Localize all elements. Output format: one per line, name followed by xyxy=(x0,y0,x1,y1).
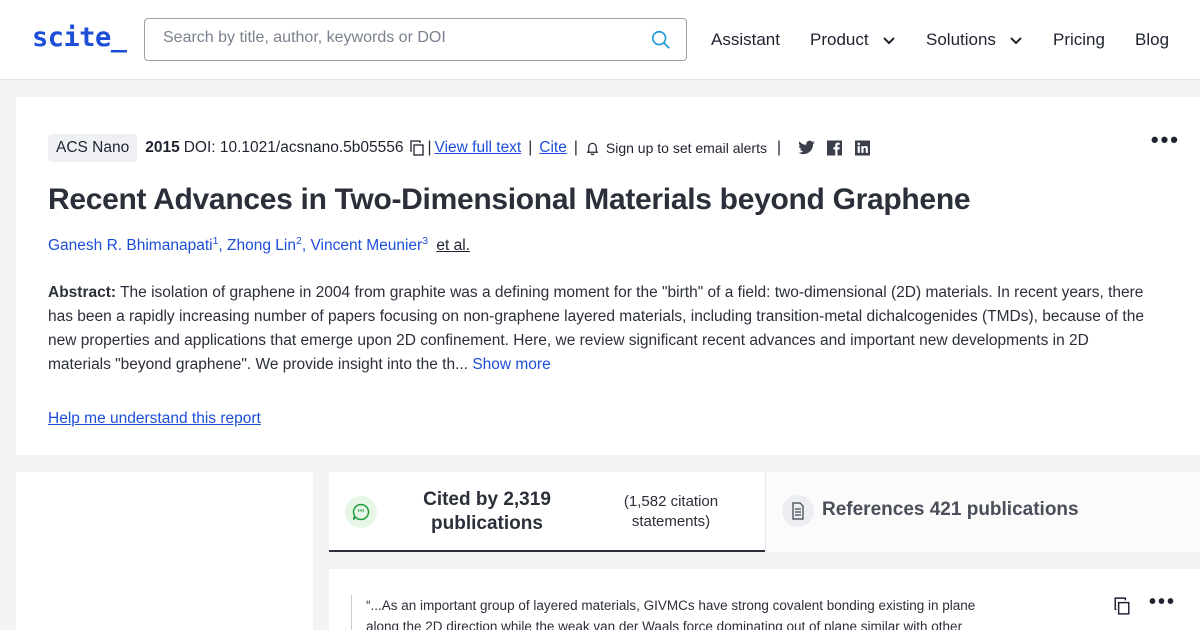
tab-references[interactable]: References 421 publications xyxy=(765,472,1200,552)
nav-solutions-label: Solutions xyxy=(926,30,996,49)
references-count: References 421 publications xyxy=(822,499,1079,520)
nav-pricing[interactable]: Pricing xyxy=(1053,30,1105,50)
citation-statement-card: “...As an important group of layered mat… xyxy=(329,569,1200,630)
publication-year: 2015 xyxy=(145,139,180,156)
paper-title: Recent Advances in Two-Dimensional Mater… xyxy=(48,183,971,216)
document-icon xyxy=(782,495,814,527)
search-icon[interactable] xyxy=(650,29,672,51)
author-link[interactable]: Zhong Lin2 xyxy=(227,235,302,254)
chevron-down-icon xyxy=(1010,37,1022,45)
search-input[interactable] xyxy=(163,29,633,47)
et-al-link[interactable]: et al. xyxy=(436,237,470,254)
journal-badge[interactable]: ACS Nano xyxy=(48,134,138,162)
more-options-icon[interactable]: ••• xyxy=(1149,591,1176,614)
tab-cited-by[interactable]: ” ” Cited by 2,319 publications (1,582 c… xyxy=(329,472,765,552)
search-box[interactable] xyxy=(144,18,687,61)
show-more-link[interactable]: Show more xyxy=(472,356,550,373)
scite-logo[interactable]: scite_ xyxy=(32,22,127,53)
separator: | xyxy=(528,139,533,156)
citation-statements-count: (1,582 citation statements) xyxy=(623,493,719,530)
citation-quote: “...As an important group of layered mat… xyxy=(351,595,1011,630)
nav-assistant[interactable]: Assistant xyxy=(711,30,780,50)
nav-blog-label: Blog xyxy=(1135,30,1170,49)
bell-icon[interactable] xyxy=(585,140,600,156)
separator: | xyxy=(776,139,782,156)
separator: | xyxy=(573,139,578,156)
copy-icon[interactable] xyxy=(1113,597,1131,615)
abstract: Abstract: The isolation of graphene in 2… xyxy=(48,281,1148,377)
paper-card: ACS Nano 2015 DOI: 10.1021/acsnano.5b055… xyxy=(16,97,1200,455)
citation-tabs: ” ” Cited by 2,319 publications (1,582 c… xyxy=(329,472,1200,552)
author-link[interactable]: Ganesh R. Bhimanapati1 xyxy=(48,235,218,254)
nav-pricing-label: Pricing xyxy=(1053,30,1105,49)
linkedin-icon[interactable] xyxy=(853,139,872,157)
separator: | xyxy=(427,139,432,156)
view-full-text-link[interactable]: View full text xyxy=(435,139,522,157)
author-list: Ganesh R. Bhimanapati1, Zhong Lin2, Vinc… xyxy=(48,235,470,255)
doi-text: DOI: 10.1021/acsnano.5b05556 xyxy=(183,139,404,156)
top-header: scite_ Assistant Product Solutions Prici… xyxy=(0,0,1200,80)
svg-text:”: ” xyxy=(361,508,365,517)
nav-product-label: Product xyxy=(810,30,869,49)
nav-blog[interactable]: Blog xyxy=(1135,30,1169,50)
twitter-icon[interactable] xyxy=(797,139,816,157)
left-panel xyxy=(16,472,313,630)
copy-icon[interactable] xyxy=(409,140,425,156)
more-options-icon[interactable]: ••• xyxy=(1151,127,1180,153)
cite-link[interactable]: Cite xyxy=(539,139,567,157)
help-understand-link[interactable]: Help me understand this report xyxy=(48,410,261,428)
facebook-icon[interactable] xyxy=(825,139,844,157)
paper-meta-row: ACS Nano 2015 DOI: 10.1021/acsnano.5b055… xyxy=(48,133,872,163)
nav-assistant-label: Assistant xyxy=(711,30,780,49)
author-link[interactable]: Vincent Meunier3 xyxy=(310,235,428,254)
abstract-label: Abstract: xyxy=(48,284,117,301)
cited-by-count: Cited by 2,319 publications xyxy=(423,489,551,534)
nav-product[interactable]: Product xyxy=(810,30,897,50)
nav-solutions[interactable]: Solutions xyxy=(926,30,1024,50)
chevron-down-icon xyxy=(882,37,895,45)
abstract-text: The isolation of graphene in 2004 from g… xyxy=(48,284,1144,373)
citation-statements-icon: ” ” xyxy=(345,496,377,528)
email-alerts-link[interactable]: Sign up to set email alerts xyxy=(606,140,767,156)
